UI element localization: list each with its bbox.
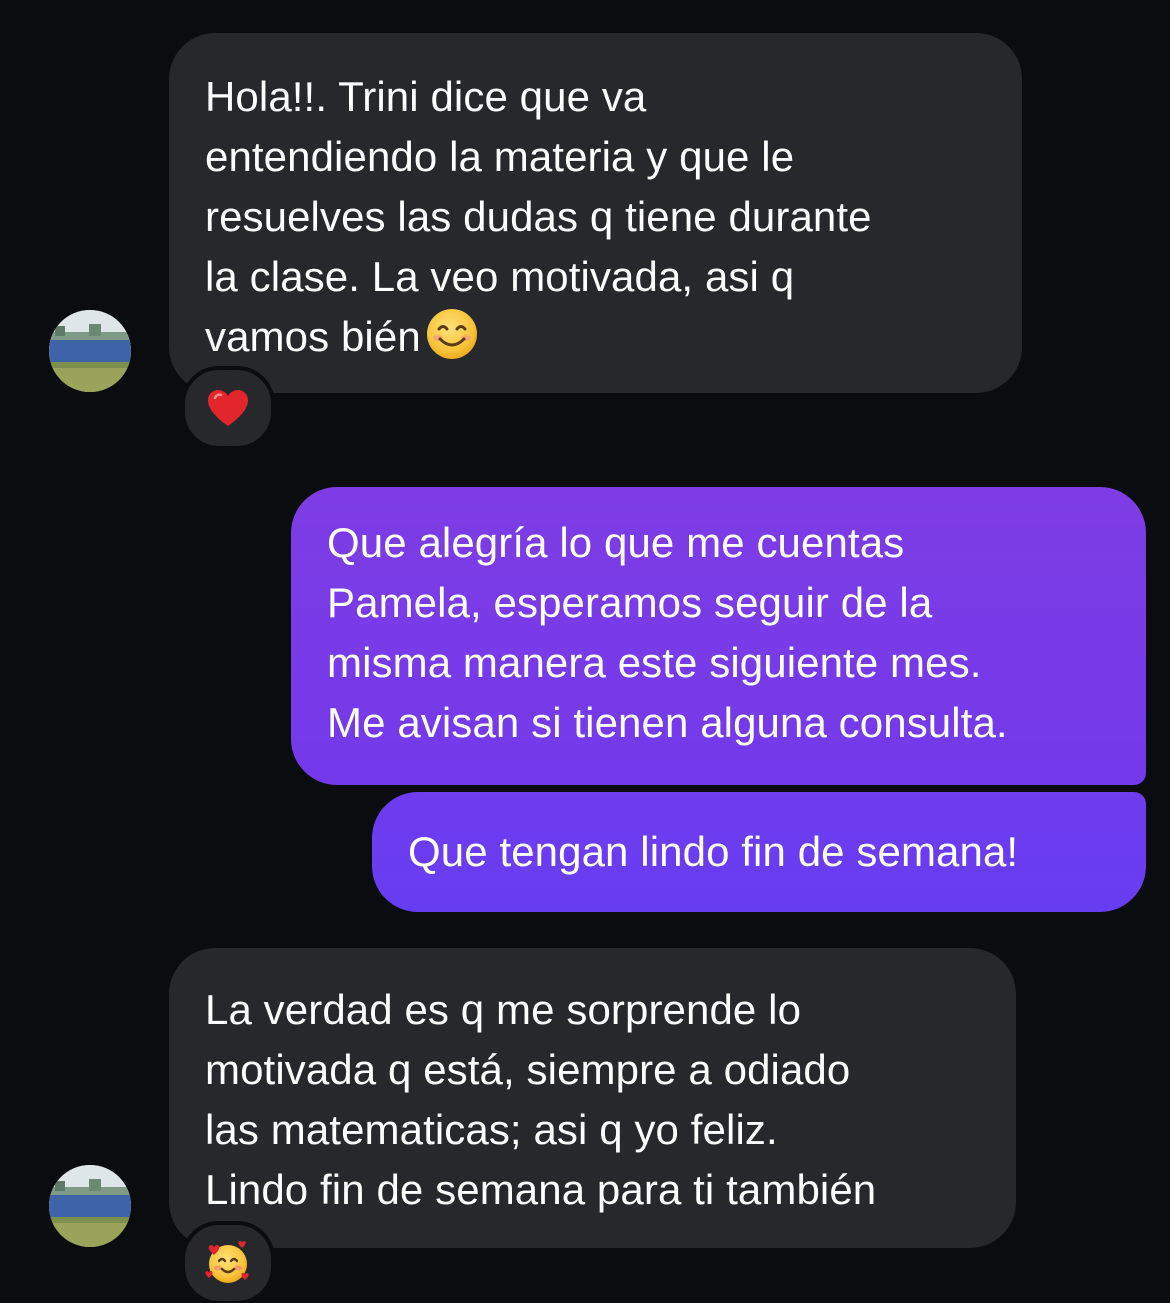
message-text-line: misma manera este siguiente mes.	[327, 639, 982, 686]
message-text-line: las matematicas; asi q yo feliz.	[205, 1106, 778, 1153]
lake-landscape-image	[49, 1165, 131, 1247]
message-text-line: Lindo fin de semana para ti también	[205, 1166, 877, 1213]
message-text-line: La verdad es q me sorprende lo	[205, 986, 802, 1033]
reaction-badge[interactable]	[181, 366, 275, 450]
message-text-line: motivada q está, siempre a odiado	[205, 1046, 851, 1093]
message-bubble-incoming[interactable]: La verdad es q me sorprende lo motivada …	[169, 948, 1016, 1248]
message-bubble-outgoing[interactable]: Que alegría lo que me cuentas Pamela, es…	[291, 487, 1146, 785]
smiling-face-with-hearts-icon	[205, 1241, 249, 1283]
message-text-line: Me avisan si tienen alguna consulta.	[327, 699, 1008, 746]
message-text-line: la clase. La veo motivada, asi q	[205, 253, 795, 300]
chat-screen: Hola!!. Trini dice que va entendiendo la…	[0, 0, 1170, 1303]
message-last-line: vamos bién	[205, 307, 986, 367]
message-text-line: Pamela, esperamos seguir de la	[327, 579, 933, 626]
message-text-line: entendiendo la materia y que le	[205, 133, 795, 180]
smiling-face-icon	[426, 309, 477, 359]
lake-landscape-image	[49, 310, 131, 392]
reaction-badge[interactable]	[181, 1221, 275, 1303]
message-text-line: vamos bién	[205, 313, 421, 360]
contact-avatar[interactable]	[49, 1165, 131, 1247]
message-bubble-outgoing[interactable]: Que tengan lindo fin de semana!	[372, 792, 1146, 912]
message-text-line: Que alegría lo que me cuentas	[327, 519, 905, 566]
red-heart-icon	[208, 390, 248, 426]
message-text-line: resuelves las dudas q tiene durante	[205, 193, 872, 240]
contact-avatar[interactable]	[49, 310, 131, 392]
message-bubble-incoming[interactable]: Hola!!. Trini dice que va entendiendo la…	[169, 33, 1022, 393]
message-text-line: Hola!!. Trini dice que va	[205, 73, 647, 120]
message-text-line: Que tengan lindo fin de semana!	[408, 828, 1019, 875]
